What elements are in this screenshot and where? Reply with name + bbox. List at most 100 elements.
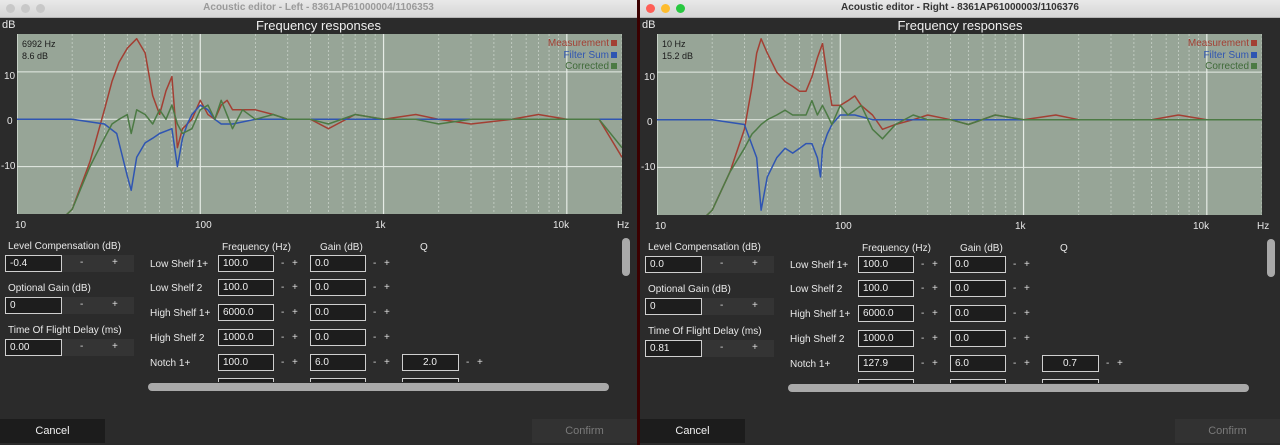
time-of-flight-delay-increment[interactable]: + — [112, 341, 118, 352]
cancel-button[interactable]: Cancel — [0, 419, 105, 443]
gain-decrement[interactable]: - — [373, 282, 376, 293]
frequency-increment[interactable]: + — [932, 259, 938, 270]
vertical-scrollbar-thumb[interactable] — [1267, 239, 1275, 277]
frequency-decrement[interactable]: - — [281, 332, 284, 343]
frequency-increment[interactable]: + — [292, 282, 298, 293]
level-compensation-increment[interactable]: + — [112, 257, 118, 268]
gain-decrement[interactable]: - — [373, 258, 376, 269]
optional-gain-increment[interactable]: + — [752, 300, 758, 311]
q-increment[interactable]: + — [477, 357, 483, 368]
frequency-response-plot[interactable]: 6992 Hz 8.6 dB Measurement Filter Sum Co… — [17, 34, 622, 214]
filter-frequency-field[interactable]: 1000.0 — [218, 329, 274, 346]
vertical-scrollbar-thumb[interactable] — [622, 238, 630, 276]
gain-increment[interactable]: + — [1024, 283, 1030, 294]
title-bar[interactable]: Acoustic editor - Left - 8361AP61000004/… — [0, 0, 637, 18]
level-compensation-field[interactable]: 0.0 — [645, 256, 702, 273]
filter-frequency-field[interactable]: 100.0 — [218, 354, 274, 371]
filter-frequency-field[interactable]: 100.0 — [858, 280, 914, 297]
time-of-flight-delay-decrement[interactable]: - — [720, 342, 723, 353]
gain-decrement[interactable]: - — [373, 357, 376, 368]
horizontal-scrollbar-thumb[interactable] — [788, 384, 1249, 392]
frequency-decrement[interactable]: - — [281, 307, 284, 318]
gain-decrement[interactable]: - — [1013, 358, 1016, 369]
gain-decrement[interactable]: - — [373, 332, 376, 343]
gain-increment[interactable]: + — [384, 307, 390, 318]
filter-gain-field[interactable]: 0.0 — [310, 279, 366, 296]
optional-gain-decrement[interactable]: - — [80, 299, 83, 310]
frequency-decrement[interactable]: - — [921, 333, 924, 344]
level-compensation-increment[interactable]: + — [752, 258, 758, 269]
filter-gain-field[interactable]: 0.0 — [950, 305, 1006, 322]
filter-gain-field[interactable]: 0.0 — [950, 330, 1006, 347]
optional-gain-decrement[interactable]: - — [720, 300, 723, 311]
optional-gain-increment[interactable]: + — [112, 299, 118, 310]
filter-gain-field[interactable]: 6.0 — [950, 355, 1006, 372]
frequency-decrement[interactable]: - — [281, 357, 284, 368]
time-of-flight-delay-increment[interactable]: + — [752, 342, 758, 353]
optional-gain-field[interactable]: 0 — [645, 298, 702, 315]
frequency-increment[interactable]: + — [932, 333, 938, 344]
confirm-button[interactable]: Confirm — [532, 419, 637, 443]
frequency-response-plot[interactable]: 10 Hz 15.2 dB Measurement Filter Sum Cor… — [657, 34, 1262, 215]
filter-frequency-field[interactable]: 6000.0 — [858, 305, 914, 322]
acoustic-editor-right-window: Acoustic editor - Right - 8361AP61000003… — [640, 0, 1280, 445]
frequency-increment[interactable]: + — [292, 258, 298, 269]
filter-frequency-field[interactable]: 100.0 — [218, 279, 274, 296]
time-of-flight-delay-field[interactable]: 0.81 — [645, 340, 702, 357]
filter-gain-field[interactable]: 0.0 — [310, 255, 366, 272]
gain-increment[interactable]: + — [1024, 259, 1030, 270]
q-decrement[interactable]: - — [1106, 358, 1109, 369]
frequency-increment[interactable]: + — [932, 358, 938, 369]
horizontal-scrollbar-thumb[interactable] — [148, 383, 609, 391]
cancel-button[interactable]: Cancel — [640, 419, 745, 443]
optional-gain-field[interactable]: 0 — [5, 297, 62, 314]
frequency-increment[interactable]: + — [932, 308, 938, 319]
gain-increment[interactable]: + — [384, 258, 390, 269]
gain-decrement[interactable]: - — [373, 307, 376, 318]
time-of-flight-delay-decrement[interactable]: - — [80, 341, 83, 352]
filter-gain-field[interactable]: 0.0 — [310, 329, 366, 346]
frequency-increment[interactable]: + — [932, 283, 938, 294]
filter-gain-field[interactable]: 0.0 — [950, 280, 1006, 297]
level-compensation-field[interactable]: -0.4 — [5, 255, 62, 272]
filter-frequency-field[interactable]: 6000.0 — [218, 304, 274, 321]
filter-gain-field[interactable]: 0.0 — [950, 256, 1006, 273]
frequency-decrement[interactable]: - — [921, 308, 924, 319]
chart-title: Frequency responses — [255, 18, 381, 33]
gain-increment[interactable]: + — [1024, 358, 1030, 369]
gain-increment[interactable]: + — [384, 282, 390, 293]
level-compensation-decrement[interactable]: - — [720, 258, 723, 269]
x-tick-label: 10k — [553, 220, 570, 231]
frequency-increment[interactable]: + — [292, 332, 298, 343]
filter-q-field[interactable]: 0.7 — [1042, 355, 1099, 372]
gain-decrement[interactable]: - — [1013, 259, 1016, 270]
frequency-decrement[interactable]: - — [281, 258, 284, 269]
confirm-button[interactable]: Confirm — [1175, 419, 1280, 443]
filter-gain-field[interactable]: 0.0 — [310, 304, 366, 321]
gain-increment[interactable]: + — [384, 332, 390, 343]
time-of-flight-delay-field[interactable]: 0.00 — [5, 339, 62, 356]
gain-increment[interactable]: + — [1024, 308, 1030, 319]
filter-frequency-field[interactable]: 100.0 — [858, 256, 914, 273]
frequency-decrement[interactable]: - — [281, 282, 284, 293]
level-compensation-decrement[interactable]: - — [80, 257, 83, 268]
title-bar[interactable]: Acoustic editor - Right - 8361AP61000003… — [640, 0, 1280, 18]
filter-gain-field[interactable]: 6.0 — [310, 354, 366, 371]
q-increment[interactable]: + — [1117, 358, 1123, 369]
filter-frequency-field[interactable]: 1000.0 — [858, 330, 914, 347]
frequency-decrement[interactable]: - — [921, 259, 924, 270]
gain-decrement[interactable]: - — [1013, 283, 1016, 294]
filter-frequency-field[interactable]: 127.9 — [858, 355, 914, 372]
gain-decrement[interactable]: - — [1013, 308, 1016, 319]
legend-filter-sum: Filter Sum — [1188, 50, 1257, 62]
gain-increment[interactable]: + — [384, 357, 390, 368]
frequency-increment[interactable]: + — [292, 307, 298, 318]
gain-increment[interactable]: + — [1024, 333, 1030, 344]
frequency-decrement[interactable]: - — [921, 358, 924, 369]
filter-q-field[interactable]: 2.0 — [402, 354, 459, 371]
filter-frequency-field[interactable]: 100.0 — [218, 255, 274, 272]
frequency-decrement[interactable]: - — [921, 283, 924, 294]
frequency-increment[interactable]: + — [292, 357, 298, 368]
q-decrement[interactable]: - — [466, 357, 469, 368]
gain-decrement[interactable]: - — [1013, 333, 1016, 344]
